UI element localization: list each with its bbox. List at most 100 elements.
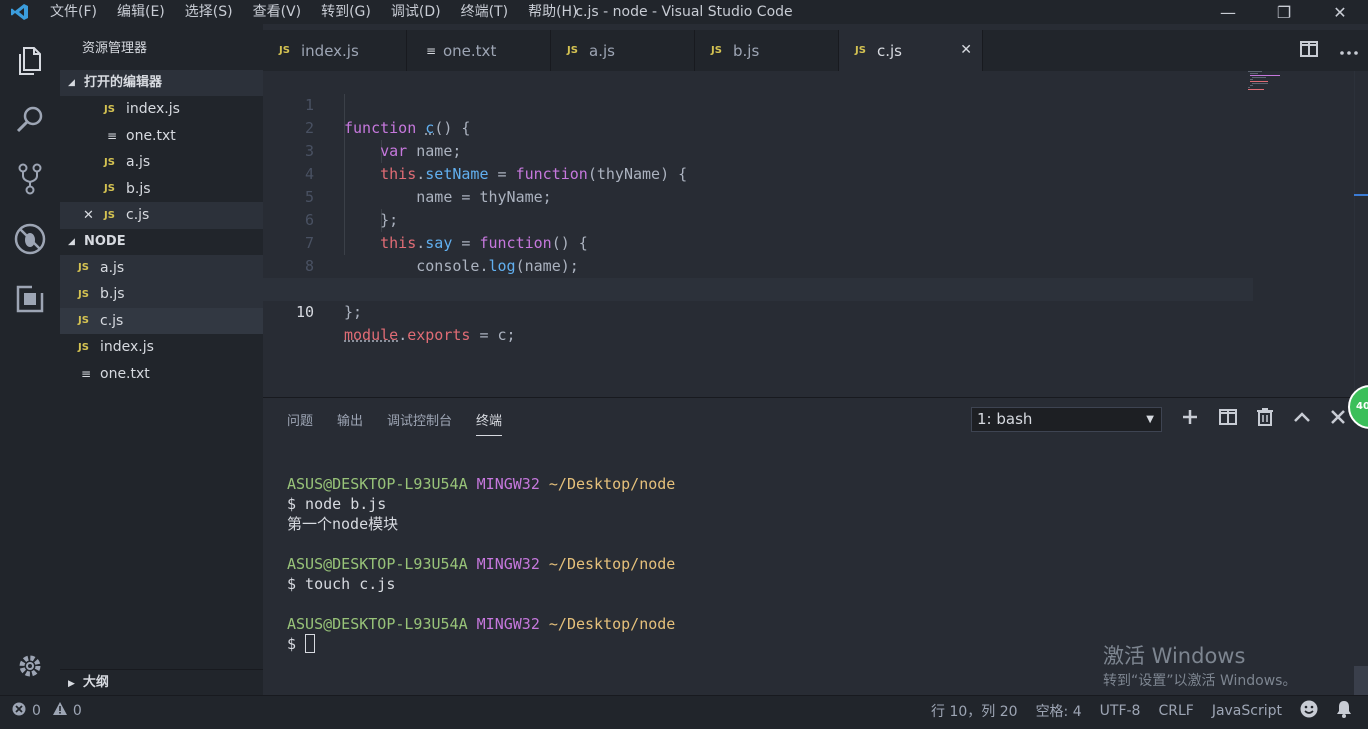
js-file-icon: JS	[104, 209, 115, 221]
minimize-button[interactable]: —	[1200, 0, 1256, 24]
bell-icon[interactable]	[1336, 700, 1352, 722]
close-icon[interactable]: ✕	[960, 42, 972, 58]
js-file-icon: JS	[78, 315, 89, 327]
extensions-icon[interactable]	[0, 274, 60, 324]
code-editor[interactable]: 1 function c() { 2 var name; 3 this.setN…	[263, 71, 1368, 397]
outline-section[interactable]: ▶ 大纲	[60, 669, 263, 695]
line-number: 10	[295, 303, 314, 321]
tab-one-txt[interactable]: ≡ one.txt	[407, 30, 551, 71]
explorer-icon[interactable]	[0, 36, 60, 86]
tree-item[interactable]: JS a.js	[60, 254, 263, 281]
open-editor-item[interactable]: JS a.js	[60, 149, 263, 176]
scrollbar-marker	[1354, 194, 1368, 196]
terminal-output-line: 第一个node模块	[287, 515, 399, 533]
tab-label: index.js	[301, 41, 359, 60]
menu-view[interactable]: 查看(V)	[243, 0, 312, 24]
tab-a-js[interactable]: JS a.js	[551, 30, 695, 71]
tree-item-selected[interactable]: JS c.js	[60, 307, 263, 334]
maximize-button[interactable]: ❐	[1256, 0, 1312, 24]
terminal-input-line[interactable]: $	[287, 634, 675, 654]
split-editor-icon[interactable]	[1300, 40, 1318, 61]
smiley-feedback-icon[interactable]	[1300, 700, 1318, 722]
split-terminal-icon[interactable]	[1219, 409, 1237, 429]
tree-item-filename: c.js	[100, 312, 124, 329]
indentation[interactable]: 空格: 4	[1036, 701, 1082, 721]
tab-c-js[interactable]: JS c.js ✕	[839, 30, 983, 71]
cursor-position[interactable]: 行 10，列 20	[931, 701, 1018, 721]
tree-item-filename: a.js	[100, 259, 125, 276]
tab-actions	[1300, 30, 1358, 71]
menu-debug[interactable]: 调试(D)	[381, 0, 451, 24]
open-editors-section[interactable]: ◢ 打开的编辑器	[60, 70, 263, 96]
tree-item[interactable]: JS index.js	[60, 334, 263, 361]
error-count: 0	[32, 702, 41, 719]
editor-scrollbar[interactable]	[1354, 71, 1368, 397]
folder-section[interactable]: ◢ NODE	[60, 228, 263, 255]
code-text: module.exports = c;	[344, 326, 516, 344]
menu-help[interactable]: 帮助(H)	[518, 0, 587, 24]
search-icon[interactable]	[0, 94, 60, 144]
text-file-icon: ≡	[107, 128, 118, 143]
menu-edit[interactable]: 编辑(E)	[107, 0, 175, 24]
activation-subtitle: 转到“设置”以激活 Windows。	[1103, 673, 1297, 689]
menu-terminal[interactable]: 终端(T)	[451, 0, 518, 24]
prompt-env: MINGW32	[476, 555, 540, 573]
menu-selection[interactable]: 选择(S)	[175, 0, 243, 24]
folder-label: NODE	[84, 233, 126, 249]
open-editor-item[interactable]: ≡ one.txt	[60, 123, 263, 150]
js-file-icon: JS	[78, 288, 89, 300]
close-window-button[interactable]: ✕	[1312, 0, 1368, 24]
chevron-up-icon[interactable]	[1293, 411, 1311, 427]
warning-count: 0	[72, 702, 82, 719]
terminal-scrollbar[interactable]	[1354, 666, 1368, 696]
js-file-icon: JS	[104, 156, 115, 168]
tab-b-js[interactable]: JS b.js	[695, 30, 839, 71]
status-right: 行 10，列 20 空格: 4 UTF-8 CRLF JavaScript	[931, 696, 1352, 725]
sidebar-title: 资源管理器	[82, 41, 148, 56]
trash-icon[interactable]	[1257, 408, 1273, 430]
tab-terminal[interactable]: 终端	[476, 410, 503, 436]
panel-tabs: 问题 输出 调试控制台 终端	[287, 410, 503, 436]
tab-debug-console[interactable]: 调试控制台	[387, 410, 452, 436]
close-icon[interactable]: ✕	[83, 208, 104, 223]
tab-index-js[interactable]: JS index.js	[263, 30, 407, 71]
source-control-icon[interactable]	[0, 154, 60, 204]
open-editor-item-active[interactable]: ✕ JS c.js	[60, 202, 263, 229]
terminal-cursor	[305, 634, 316, 653]
debug-icon[interactable]	[0, 214, 60, 264]
menu-go[interactable]: 转到(G)	[311, 0, 381, 24]
tab-problems[interactable]: 问题	[287, 410, 313, 436]
tree-item-filename: one.txt	[100, 365, 150, 382]
gear-icon[interactable]	[0, 641, 60, 691]
terminal-select[interactable]: 1: bash ▼	[971, 407, 1162, 432]
language-mode[interactable]: JavaScript	[1212, 703, 1282, 719]
code-line: 7 console.log(name);	[263, 209, 1263, 275]
problems-indicator[interactable]: 0 0	[12, 696, 82, 725]
encoding[interactable]: UTF-8	[1100, 703, 1141, 719]
tree-item[interactable]: ≡ one.txt	[60, 361, 263, 388]
close-panel-icon[interactable]	[1331, 410, 1345, 428]
prompt-user: ASUS@DESKTOP-L93U54A	[287, 615, 468, 633]
js-file-icon: JS	[711, 45, 722, 56]
tab-label: c.js	[877, 41, 902, 60]
open-editor-item[interactable]: JS b.js	[60, 176, 263, 203]
open-editor-item[interactable]: JS index.js	[60, 96, 263, 123]
code-line: 5 };	[263, 163, 1263, 229]
minimap[interactable]	[1248, 71, 1298, 91]
open-editor-filename: c.js	[126, 207, 150, 224]
code-line: 4 name = thyName;	[263, 140, 1263, 206]
open-editors-label: 打开的编辑器	[84, 75, 163, 90]
line-ending[interactable]: CRLF	[1158, 703, 1193, 719]
terminal-output[interactable]: ASUS@DESKTOP-L93U54A MINGW32 ~/Desktop/n…	[287, 474, 675, 654]
open-editor-filename: index.js	[126, 101, 180, 118]
tab-output[interactable]: 输出	[337, 410, 363, 436]
terminal-prompt-line: ASUS@DESKTOP-L93U54A MINGW32 ~/Desktop/n…	[287, 554, 675, 574]
prompt-env: MINGW32	[476, 615, 540, 633]
tree-item[interactable]: JS b.js	[60, 281, 263, 308]
menu-file[interactable]: 文件(F)	[40, 0, 107, 24]
more-actions-icon[interactable]	[1340, 43, 1358, 59]
chevron-down-icon: ◢	[68, 236, 75, 247]
new-terminal-icon[interactable]	[1181, 408, 1199, 430]
outline-label: 大纲	[82, 675, 109, 690]
